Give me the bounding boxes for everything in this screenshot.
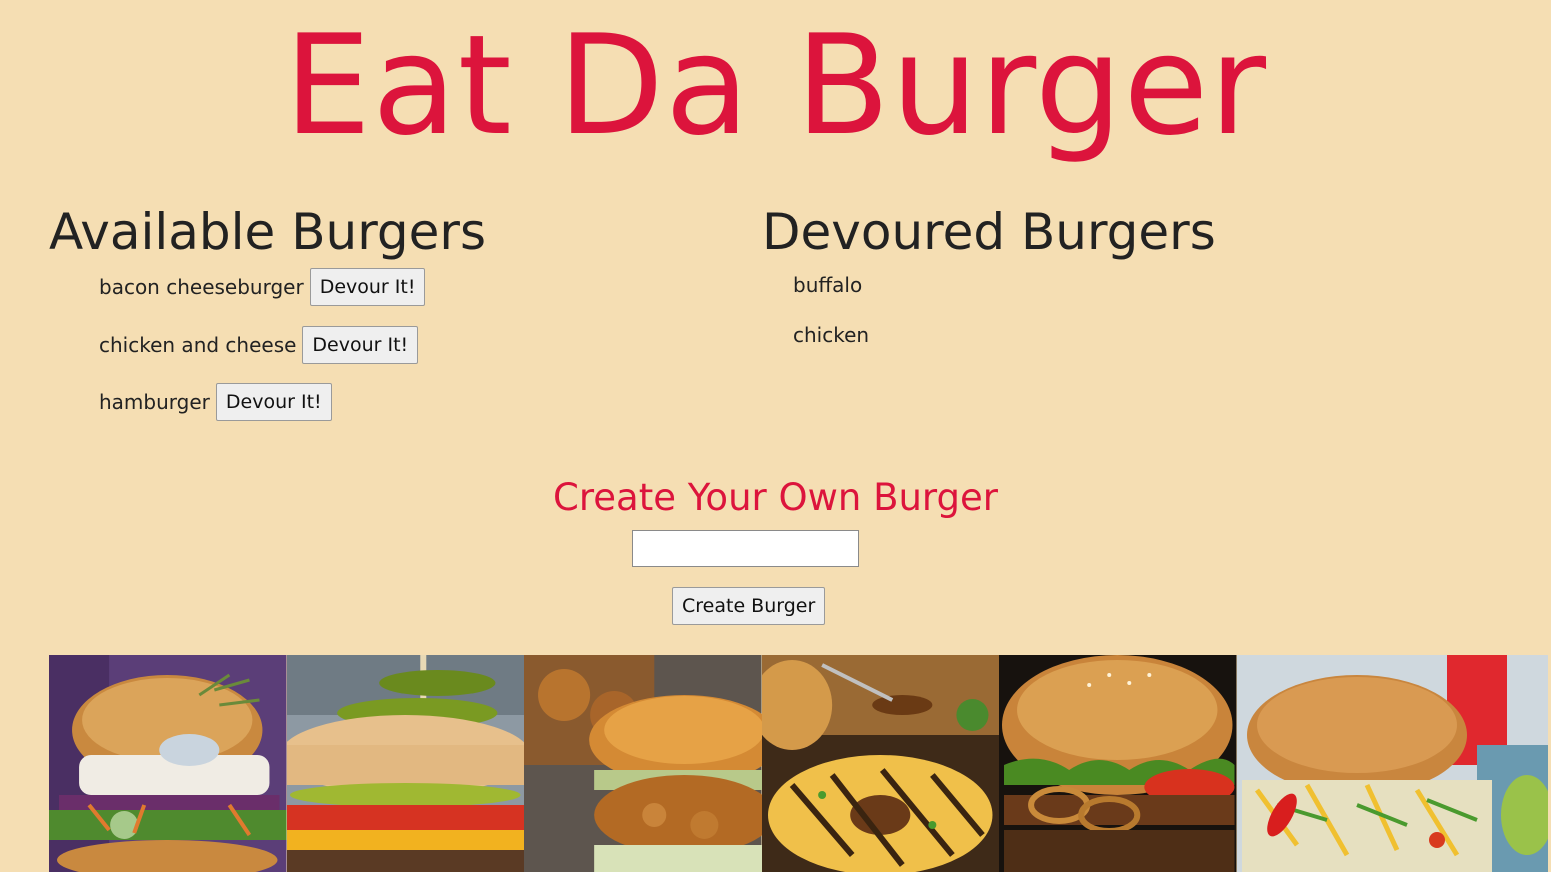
- site-title: Eat Da Burger: [283, 5, 1268, 166]
- create-burger-button[interactable]: Create Burger: [672, 587, 826, 625]
- list-item: chicken and cheese Devour It!: [99, 325, 425, 364]
- spicy-slaw-burger-photo: [1236, 655, 1548, 872]
- devour-button[interactable]: Devour It!: [309, 268, 426, 306]
- burger-name: chicken and cheese: [99, 332, 297, 357]
- burger-name: buffalo: [793, 273, 863, 297]
- devoured-burgers-heading: Devoured Burgers: [762, 203, 1216, 261]
- list-item: chicken: [793, 321, 869, 349]
- burger-name-input[interactable]: [632, 530, 859, 567]
- burger-name: hamburger: [99, 390, 210, 414]
- create-burger-heading: Create Your Own Burger: [553, 476, 998, 519]
- list-item: hamburger Devour It!: [99, 383, 425, 421]
- devour-button[interactable]: Devour It!: [215, 383, 332, 421]
- fish-burger-photo: [49, 655, 287, 872]
- page: Eat Da Burger Available Burgers bacon ch…: [0, 0, 1551, 872]
- fried-chicken-burger-photo: [524, 655, 762, 872]
- available-burgers-list: bacon cheeseburger Devour It! chicken an…: [99, 268, 426, 441]
- burger-name: bacon cheeseburger: [99, 275, 304, 299]
- available-burgers-heading: Available Burgers: [49, 203, 486, 261]
- onion-ring-burger-photo: [999, 655, 1237, 872]
- burger-name: chicken: [793, 323, 870, 347]
- pickle-burger-photo: [286, 655, 524, 872]
- burger-gallery: [49, 655, 1548, 872]
- list-item: buffalo: [793, 271, 869, 299]
- devoured-burgers-list: buffalo chicken: [793, 271, 869, 371]
- devour-button[interactable]: Devour It!: [302, 325, 419, 364]
- list-item: bacon cheeseburger Devour It!: [99, 268, 426, 306]
- pineapple-burger-photo: [761, 655, 999, 872]
